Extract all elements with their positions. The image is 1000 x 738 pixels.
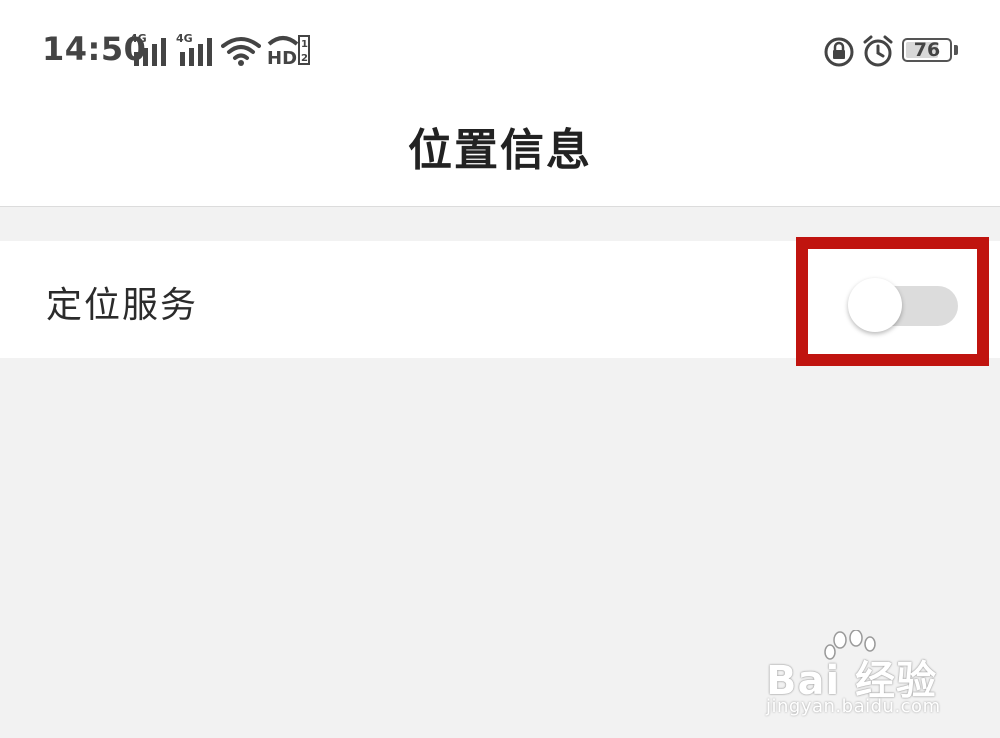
battery-icon: 76 [902,38,952,62]
highlight-annotation-box [796,237,989,366]
screen: 14:50 4G 4G 1 2 HD 76 位置信息 定位服务 Bai 经验 j… [0,0,1000,738]
svg-text:1: 1 [301,39,308,50]
alarm-icon [863,35,893,67]
title-bar: 位置信息 [0,100,1000,207]
status-bar: 14:50 4G 4G 1 2 HD 76 [0,0,1000,100]
watermark-url: jingyan.baidu.com [766,696,941,717]
svg-text:HD: HD [267,48,297,66]
location-service-row[interactable]: 定位服务 [0,237,1000,366]
battery-tip [954,45,958,55]
battery-percent: 76 [913,39,941,61]
location-service-label: 定位服务 [46,285,199,326]
page-title: 位置信息 [408,125,592,176]
rotation-lock-icon [824,37,854,67]
wifi-icon [221,37,261,66]
hd-call-icon: 1 2 HD [267,34,311,70]
svg-text:2: 2 [301,53,308,64]
baidu-jingyan-watermark: Bai 经验 jingyan.baidu.com [766,630,956,720]
